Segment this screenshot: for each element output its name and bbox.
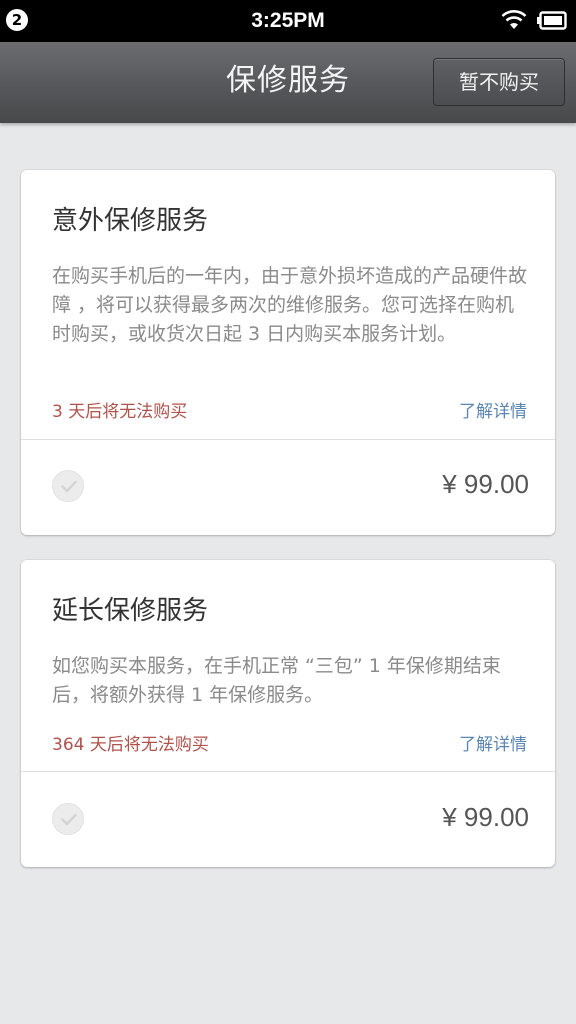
card-title: 意外保修服务 — [52, 206, 209, 236]
status-bar: 2 3:25PM — [0, 0, 576, 42]
title-bar: 保修服务 暂不购买 — [0, 42, 576, 123]
card-description: 如您购买本服务，在手机正常 “三包” 1 年保修期结束后，将额外获得 1 年保修… — [52, 655, 501, 706]
divider — [21, 771, 555, 772]
battery-icon — [537, 11, 567, 30]
checkmark-icon — [61, 480, 77, 493]
warranty-card-extended: 延长保修服务 如您购买本服务，在手机正常 “三包” 1 年保修期结束后，将额外获… — [21, 560, 555, 867]
skip-purchase-button[interactable]: 暂不购买 — [433, 58, 565, 106]
price: ¥ 99.00 — [442, 802, 529, 832]
price: ¥ 99.00 — [442, 469, 529, 499]
card-title: 延长保修服务 — [52, 596, 209, 626]
details-link[interactable]: 了解详情 — [459, 397, 527, 422]
select-checkbox[interactable] — [52, 803, 84, 835]
checkmark-icon — [61, 813, 77, 826]
details-link[interactable]: 了解详情 — [459, 730, 527, 755]
warranty-card-accidental: 意外保修服务 在购买手机后的一年内，由于意外损坏造成的产品硬件故障 ，将可以获得… — [21, 170, 555, 535]
card-description: 在购买手机后的一年内，由于意外损坏造成的产品硬件故障 ，将可以获得最多两次的维修… — [52, 265, 528, 345]
select-checkbox[interactable] — [52, 470, 84, 502]
deadline-notice: 364 天后将无法购买 — [52, 735, 209, 755]
divider — [21, 439, 555, 440]
status-time: 3:25PM — [251, 9, 325, 32]
deadline-notice: 3 天后将无法购买 — [52, 402, 188, 422]
wifi-icon — [501, 10, 527, 29]
